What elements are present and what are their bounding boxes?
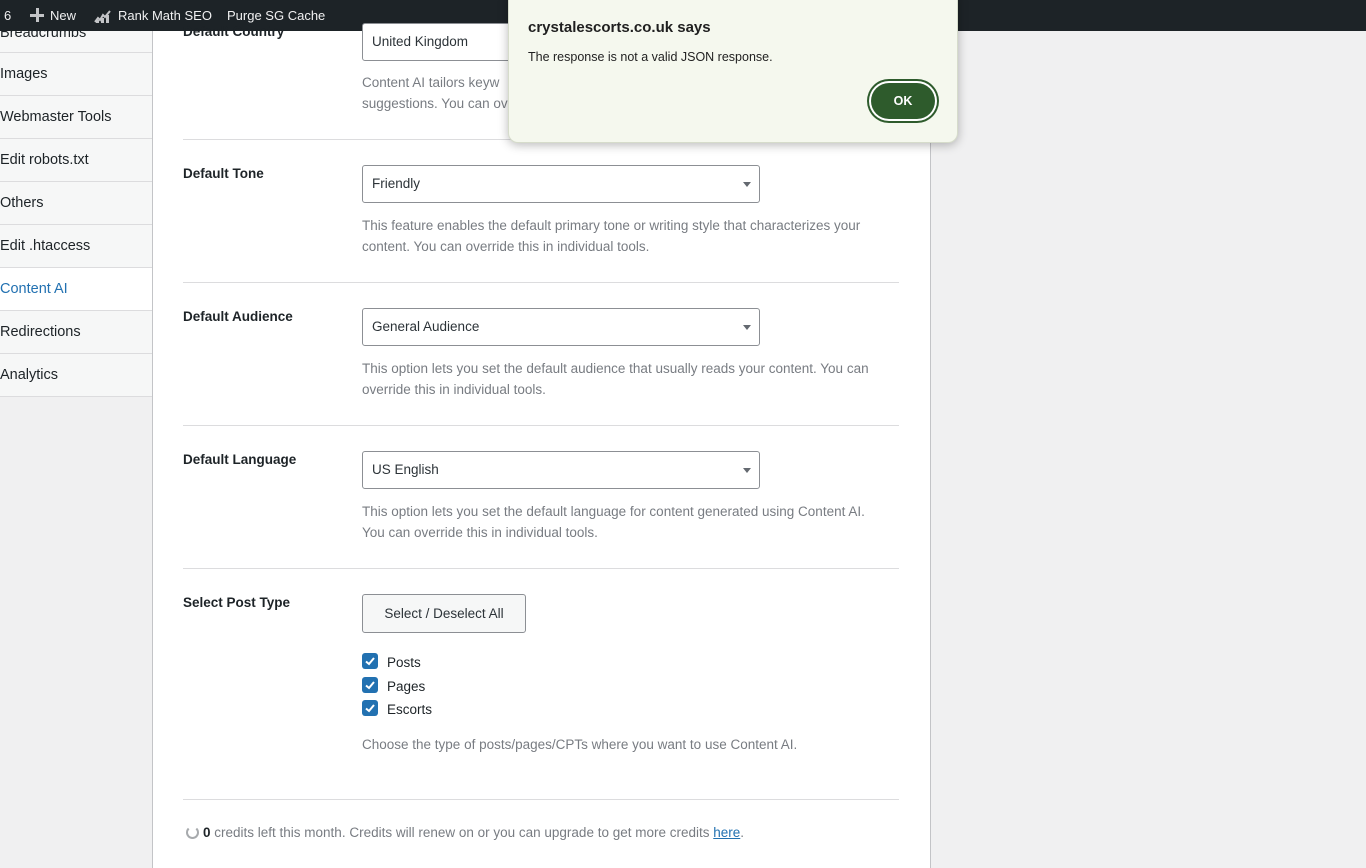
default-tone-value: Friendly: [372, 176, 421, 191]
settings-panel: Default Country United Kingdom Content A…: [152, 23, 931, 868]
post-type-description: Choose the type of posts/pages/CPTs wher…: [362, 737, 798, 752]
post-type-pages-label: Pages: [387, 679, 426, 694]
divider: [183, 282, 899, 283]
default-language-select[interactable]: US English: [362, 451, 760, 489]
sidebar-item-webmaster-tools[interactable]: Webmaster Tools: [0, 96, 153, 139]
plus-icon: [30, 8, 44, 22]
sidebar-item-content-ai[interactable]: Content AI: [0, 268, 153, 311]
sidebar-item-edit-htaccess[interactable]: Edit .htaccess: [0, 225, 153, 268]
default-audience-value: General Audience: [372, 319, 480, 334]
admin-bar-new[interactable]: New: [30, 0, 76, 31]
default-audience-desc-line1: This option lets you set the default aud…: [362, 361, 869, 376]
credits-notice: 0 credits left this month. Credits will …: [186, 825, 744, 840]
checkbox-checked-icon: [362, 700, 378, 717]
rank-math-icon: [94, 10, 111, 23]
default-audience-desc-line2: override this in individual tools.: [362, 382, 546, 397]
default-tone-desc-line2: content. You can override this in indivi…: [362, 239, 650, 254]
settings-sidebar: Breadcrumbs Images Webmaster Tools Edit …: [0, 31, 153, 397]
default-language-label: Default Language: [183, 452, 297, 467]
default-country-value: United Kingdom: [372, 34, 469, 49]
alert-dialog-title: crystalescorts.co.uk says: [528, 19, 711, 36]
post-type-pages-checkbox[interactable]: Pages: [362, 677, 426, 696]
credits-suffix: .: [740, 825, 745, 840]
select-deselect-all-button[interactable]: Select / Deselect All: [362, 594, 526, 633]
post-type-escorts-checkbox[interactable]: Escorts: [362, 700, 433, 719]
ok-button[interactable]: OK: [871, 83, 935, 119]
post-type-posts-label: Posts: [387, 655, 421, 670]
chevron-down-icon: [743, 325, 751, 330]
credits-text: credits left this month. Credits will re…: [210, 825, 714, 840]
sidebar-item-images[interactable]: Images: [0, 53, 153, 96]
chevron-down-icon: [743, 468, 751, 473]
post-type-escorts-label: Escorts: [387, 702, 433, 717]
default-language-desc-line2: You can override this in individual tool…: [362, 525, 598, 540]
default-audience-description: This option lets you set the default aud…: [362, 358, 902, 400]
post-type-posts-checkbox[interactable]: Posts: [362, 653, 421, 672]
default-tone-desc-line1: This feature enables the default primary…: [362, 218, 861, 233]
default-tone-description: This feature enables the default primary…: [362, 215, 902, 257]
spinner-icon: [186, 825, 199, 839]
default-country-label: Default Country: [183, 24, 285, 39]
divider: [183, 425, 899, 426]
sidebar-item-others[interactable]: Others: [0, 182, 153, 225]
default-language-description: This option lets you set the default lan…: [362, 501, 902, 543]
admin-bar-new-label: New: [50, 8, 77, 23]
credits-count: 0: [203, 825, 211, 840]
divider: [183, 568, 899, 569]
select-post-type-label: Select Post Type: [183, 595, 291, 610]
checkbox-checked-icon: [362, 653, 378, 670]
admin-bar-rank-math-label: Rank Math SEO: [118, 8, 212, 23]
default-tone-label: Default Tone: [183, 166, 264, 181]
sidebar-item-edit-robots[interactable]: Edit robots.txt: [0, 139, 153, 182]
divider: [183, 799, 899, 800]
checkbox-checked-icon: [362, 677, 378, 694]
sidebar-item-breadcrumbs[interactable]: Breadcrumbs: [0, 31, 153, 53]
alert-dialog-message: The response is not a valid JSON respons…: [528, 50, 773, 64]
sidebar-item-redirections[interactable]: Redirections: [0, 311, 153, 354]
credits-upgrade-link[interactable]: here: [713, 825, 740, 840]
default-audience-select[interactable]: General Audience: [362, 308, 760, 346]
default-language-desc-line1: This option lets you set the default lan…: [362, 504, 865, 519]
chevron-down-icon: [743, 182, 751, 187]
admin-bar-count[interactable]: 6: [4, 0, 11, 31]
alert-dialog: crystalescorts.co.uk says The response i…: [508, 0, 958, 143]
default-tone-select[interactable]: Friendly: [362, 165, 760, 203]
default-audience-label: Default Audience: [183, 309, 293, 324]
default-language-value: US English: [372, 462, 439, 477]
sidebar-item-analytics[interactable]: Analytics: [0, 354, 153, 397]
